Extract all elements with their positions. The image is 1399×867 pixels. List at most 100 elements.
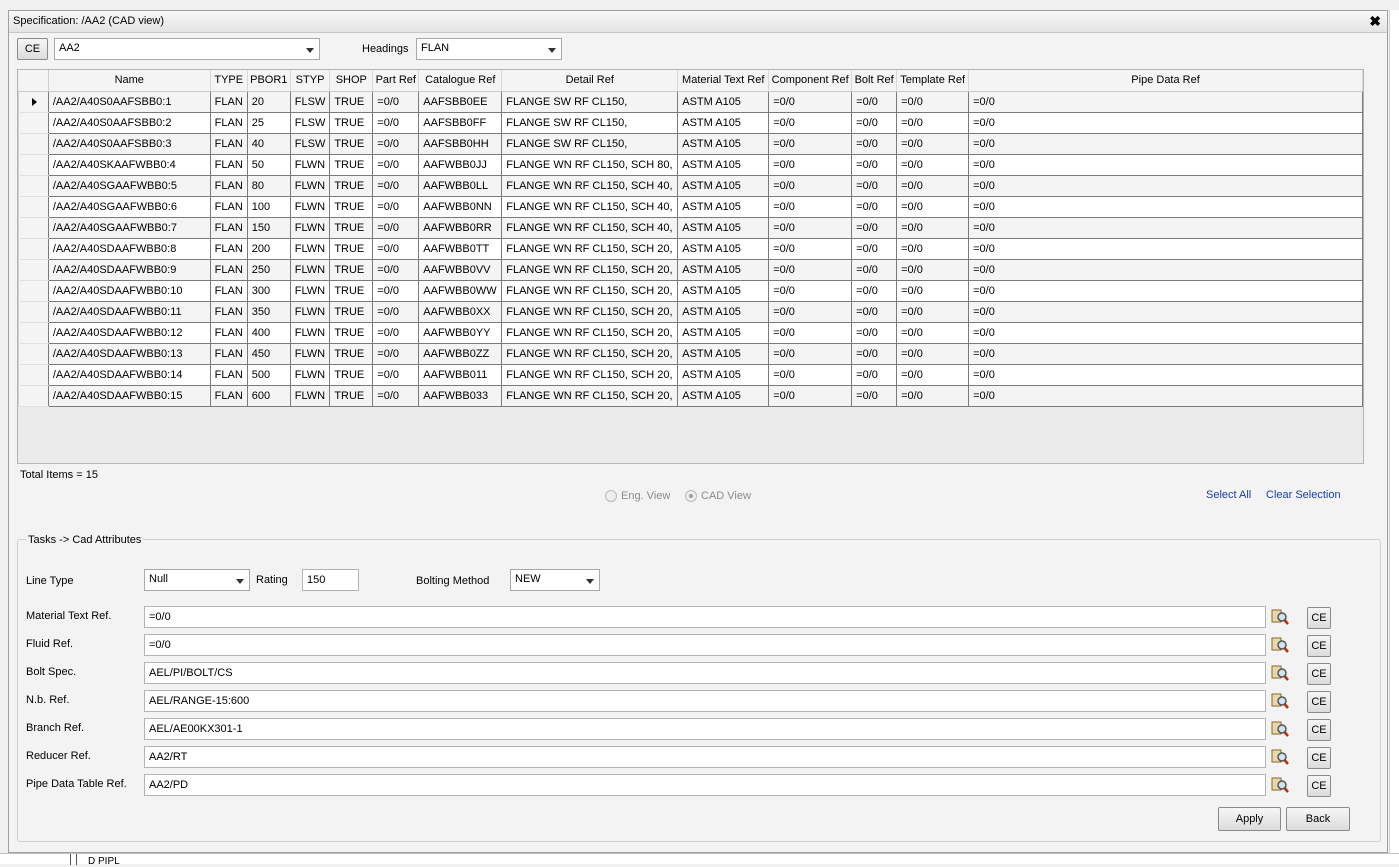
- table-cell[interactable]: FLAN: [209, 174, 248, 197]
- table-cell[interactable]: ASTM A105: [677, 300, 770, 323]
- table-cell[interactable]: =0/0: [968, 174, 1363, 197]
- table-cell[interactable]: =0/0: [896, 258, 970, 281]
- table-cell[interactable]: =0/0: [968, 384, 1363, 407]
- row-selector[interactable]: [18, 384, 49, 407]
- table-cell[interactable]: /AA2/A40SDAAFWBB0:8: [47, 237, 211, 260]
- column-header[interactable]: Pipe Data Ref: [968, 70, 1363, 92]
- table-cell[interactable]: FLWN: [289, 237, 331, 260]
- table-cell[interactable]: =0/0: [768, 195, 853, 218]
- table-cell[interactable]: FLWN: [289, 195, 331, 218]
- table-cell[interactable]: /AA2/A40SDAAFWBB0:15: [47, 384, 211, 407]
- table-cell[interactable]: FLANGE SW RF CL150,: [501, 90, 679, 113]
- table-cell[interactable]: /AA2/A40SDAAFWBB0:13: [47, 342, 211, 365]
- table-cell[interactable]: =0/0: [372, 363, 420, 386]
- table-cell[interactable]: =0/0: [851, 153, 898, 176]
- table-cell[interactable]: =0/0: [896, 216, 970, 239]
- table-cell[interactable]: =0/0: [372, 384, 420, 407]
- table-cell[interactable]: AAFSBB0EE: [418, 90, 503, 113]
- table-cell[interactable]: FLANGE SW RF CL150,: [501, 111, 679, 134]
- select-all-link[interactable]: Select All: [1206, 489, 1251, 501]
- table-cell[interactable]: =0/0: [968, 216, 1363, 239]
- table-cell[interactable]: ASTM A105: [677, 258, 770, 281]
- table-cell[interactable]: AAFWBB0WW: [418, 279, 503, 302]
- table-cell[interactable]: =0/0: [768, 111, 853, 134]
- column-header[interactable]: Detail Ref: [501, 70, 679, 92]
- table-row[interactable]: /AA2/A40SDAAFWBB0:8 FLAN 200 FLWN TRUE =0/0 AA…: [18, 237, 1363, 260]
- table-cell[interactable]: FLANGE WN RF CL150, SCH 20,: [501, 237, 679, 260]
- rating-input[interactable]: 150: [302, 569, 359, 591]
- table-row[interactable]: /AA2/A40SDAAFWBB0:9 FLAN 250 FLWN TRUE =0/0 AA…: [18, 258, 1363, 281]
- field-input[interactable]: AEL/RANGE-15:600: [144, 690, 1266, 712]
- table-cell[interactable]: FLAN: [209, 195, 248, 218]
- table-cell[interactable]: =0/0: [372, 258, 420, 281]
- table-cell[interactable]: 20: [246, 90, 291, 113]
- column-header[interactable]: Material Text Ref: [677, 70, 770, 92]
- table-cell[interactable]: /AA2/A40SDAAFWBB0:14: [47, 363, 211, 386]
- table-cell[interactable]: FLWN: [289, 321, 331, 344]
- column-header[interactable]: Name: [48, 70, 211, 92]
- table-cell[interactable]: FLANGE WN RF CL150, SCH 80,: [501, 153, 679, 176]
- table-cell[interactable]: =0/0: [768, 153, 853, 176]
- table-cell[interactable]: =0/0: [851, 90, 898, 113]
- field-input[interactable]: =0/0: [144, 606, 1266, 628]
- table-cell[interactable]: 400: [246, 321, 291, 344]
- table-cell[interactable]: FLSW: [289, 132, 331, 155]
- row-selector[interactable]: [18, 216, 49, 239]
- search-icon[interactable]: [1271, 636, 1289, 654]
- table-cell[interactable]: =0/0: [372, 321, 420, 344]
- field-input[interactable]: AA2/RT: [144, 746, 1266, 768]
- table-cell[interactable]: ASTM A105: [677, 279, 770, 302]
- table-cell[interactable]: =0/0: [851, 237, 898, 260]
- table-cell[interactable]: =0/0: [768, 174, 853, 197]
- cad-view-radio[interactable]: [685, 490, 697, 502]
- table-cell[interactable]: 80: [246, 174, 291, 197]
- table-cell[interactable]: ASTM A105: [677, 363, 770, 386]
- table-cell[interactable]: /AA2/A40SDAAFWBB0:11: [47, 300, 211, 323]
- table-cell[interactable]: =0/0: [768, 132, 853, 155]
- column-header[interactable]: TYPE: [210, 70, 248, 92]
- table-cell[interactable]: =0/0: [851, 279, 898, 302]
- table-cell[interactable]: ASTM A105: [677, 342, 770, 365]
- table-cell[interactable]: =0/0: [851, 195, 898, 218]
- table-cell[interactable]: ASTM A105: [677, 174, 770, 197]
- table-row[interactable]: /AA2/A40SDAAFWBB0:13 FLAN 450 FLWN TRUE =0/0 A…: [18, 342, 1363, 365]
- table-cell[interactable]: /AA2/A40SGAAFWBB0:6: [47, 195, 211, 218]
- table-cell[interactable]: =0/0: [768, 90, 853, 113]
- table-cell[interactable]: AAFWBB0VV: [418, 258, 503, 281]
- table-cell[interactable]: TRUE: [329, 216, 374, 239]
- table-cell[interactable]: =0/0: [896, 132, 970, 155]
- table-cell[interactable]: AAFWBB0XX: [418, 300, 503, 323]
- row-selector[interactable]: [18, 153, 49, 176]
- table-cell[interactable]: FLANGE WN RF CL150, SCH 20,: [501, 342, 679, 365]
- table-cell[interactable]: =0/0: [372, 279, 420, 302]
- table-cell[interactable]: /AA2/A40SDAAFWBB0:9: [47, 258, 211, 281]
- table-cell[interactable]: =0/0: [968, 342, 1363, 365]
- row-selector[interactable]: [18, 174, 49, 197]
- table-cell[interactable]: AAFWBB0JJ: [418, 153, 503, 176]
- table-cell[interactable]: =0/0: [896, 321, 970, 344]
- table-cell[interactable]: TRUE: [329, 384, 374, 407]
- table-cell[interactable]: TRUE: [329, 321, 374, 344]
- table-cell[interactable]: FLAN: [209, 258, 248, 281]
- table-cell[interactable]: /AA2/A40S0AAFSBB0:2: [47, 111, 211, 134]
- table-row[interactable]: /AA2/A40SDAAFWBB0:14 FLAN 500 FLWN TRUE =0/0 A…: [18, 363, 1363, 386]
- table-cell[interactable]: FLWN: [289, 363, 331, 386]
- table-cell[interactable]: FLANGE WN RF CL150, SCH 20,: [501, 300, 679, 323]
- table-cell[interactable]: =0/0: [896, 237, 970, 260]
- ce-button[interactable]: CE: [1307, 775, 1331, 797]
- table-cell[interactable]: FLAN: [209, 111, 248, 134]
- table-cell[interactable]: FLANGE WN RF CL150, SCH 20,: [501, 384, 679, 407]
- column-header[interactable]: Part Ref: [372, 70, 420, 92]
- ce-button[interactable]: CE: [1307, 719, 1331, 741]
- table-cell[interactable]: =0/0: [896, 174, 970, 197]
- apply-button[interactable]: Apply: [1218, 807, 1281, 831]
- table-cell[interactable]: TRUE: [329, 153, 374, 176]
- table-cell[interactable]: 25: [246, 111, 291, 134]
- table-row[interactable]: /AA2/A40S0AAFSBB0:1 FLAN 20 FLSW TRUE =0/0 AAF…: [18, 90, 1363, 113]
- column-header[interactable]: Template Ref: [896, 70, 970, 92]
- table-cell[interactable]: TRUE: [329, 132, 374, 155]
- table-cell[interactable]: /AA2/A40SKAAFWBB0:4: [47, 153, 211, 176]
- field-input[interactable]: AEL/PI/BOLT/CS: [144, 662, 1266, 684]
- ce-button[interactable]: CE: [1307, 663, 1331, 685]
- table-cell[interactable]: AAFWBB0RR: [418, 216, 503, 239]
